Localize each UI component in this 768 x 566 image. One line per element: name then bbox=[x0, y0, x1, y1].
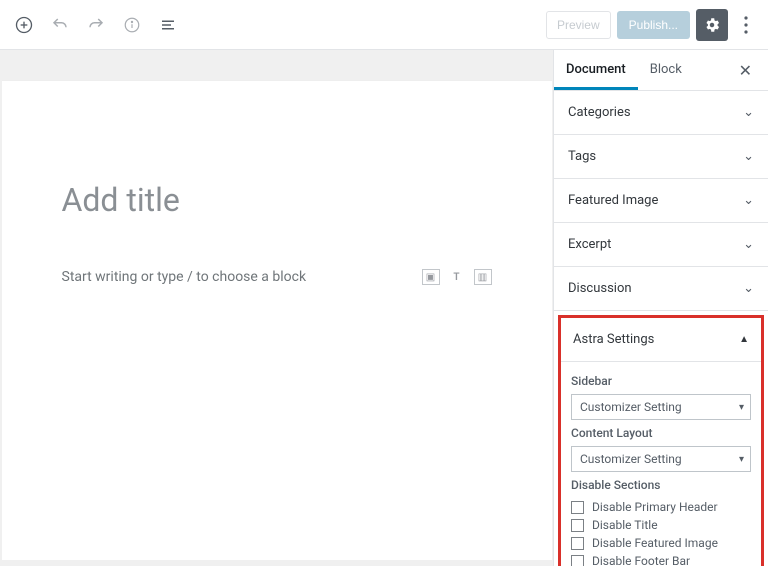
tab-block[interactable]: Block bbox=[638, 50, 694, 90]
check-disable-featured-image[interactable]: Disable Featured Image bbox=[571, 534, 751, 552]
panel-discussion[interactable]: Discussion ⌄ bbox=[554, 267, 768, 311]
checkbox-label: Disable Primary Header bbox=[592, 500, 718, 514]
block-nav-button[interactable] bbox=[154, 11, 182, 39]
preview-button[interactable]: Preview bbox=[546, 11, 611, 39]
checkbox-label: Disable Featured Image bbox=[592, 536, 718, 550]
chevron-down-icon: ⌄ bbox=[743, 149, 754, 164]
panel-label: Categories bbox=[568, 105, 631, 120]
top-left-tools bbox=[10, 11, 182, 39]
chevron-down-icon: ⌄ bbox=[743, 105, 754, 120]
top-right-tools: Preview Publish... bbox=[546, 9, 758, 41]
sidebar-field-label: Sidebar bbox=[571, 374, 751, 388]
sidebar-tabs: Document Block ✕ bbox=[554, 50, 768, 91]
panel-excerpt[interactable]: Excerpt ⌄ bbox=[554, 223, 768, 267]
panel-label: Excerpt bbox=[568, 237, 611, 252]
settings-gear-button[interactable] bbox=[696, 9, 728, 41]
astra-settings-body: Sidebar Customizer Setting Content Layou… bbox=[561, 362, 761, 566]
checkbox-icon bbox=[571, 519, 584, 532]
chevron-down-icon: ⌄ bbox=[743, 193, 754, 208]
image-block-icon[interactable]: ▣ bbox=[422, 269, 440, 285]
checkbox-label: Disable Footer Bar bbox=[592, 554, 690, 566]
chevron-up-icon: ▲ bbox=[739, 334, 749, 345]
content-layout-field-label: Content Layout bbox=[571, 426, 751, 440]
block-prompt-row[interactable]: Start writing or type / to choose a bloc… bbox=[62, 269, 492, 285]
panel-astra-settings[interactable]: Astra Settings ▲ bbox=[561, 318, 761, 362]
panel-tags[interactable]: Tags ⌄ bbox=[554, 135, 768, 179]
editor-body: Add title Start writing or type / to cho… bbox=[0, 50, 768, 566]
text-block-icon[interactable]: T bbox=[448, 269, 466, 285]
checkbox-icon bbox=[571, 555, 584, 566]
publish-button[interactable]: Publish... bbox=[617, 11, 690, 39]
tab-document[interactable]: Document bbox=[554, 50, 638, 90]
block-prompt-text: Start writing or type / to choose a bloc… bbox=[62, 269, 307, 285]
block-type-icons: ▣ T ▥ bbox=[422, 269, 492, 285]
panel-label: Astra Settings bbox=[573, 332, 654, 347]
sidebar-select[interactable]: Customizer Setting bbox=[571, 394, 751, 420]
select-value: Customizer Setting bbox=[580, 452, 682, 466]
disable-sections-label: Disable Sections bbox=[571, 478, 751, 492]
checkbox-icon bbox=[571, 537, 584, 550]
editor-canvas: Add title Start writing or type / to cho… bbox=[2, 80, 552, 560]
panel-featured-image[interactable]: Featured Image ⌄ bbox=[554, 179, 768, 223]
more-menu-button[interactable] bbox=[734, 9, 758, 41]
check-disable-title[interactable]: Disable Title bbox=[571, 516, 751, 534]
content-layout-select[interactable]: Customizer Setting bbox=[571, 446, 751, 472]
check-disable-footer-bar[interactable]: Disable Footer Bar bbox=[571, 552, 751, 566]
settings-sidebar: Document Block ✕ Categories ⌄ Tags ⌄ Fea… bbox=[553, 50, 768, 566]
close-sidebar-button[interactable]: ✕ bbox=[731, 53, 760, 88]
add-block-button[interactable] bbox=[10, 11, 38, 39]
undo-button[interactable] bbox=[46, 11, 74, 39]
panel-label: Tags bbox=[568, 149, 596, 164]
post-title-input[interactable]: Add title bbox=[62, 181, 492, 219]
checkbox-label: Disable Title bbox=[592, 518, 658, 532]
astra-settings-highlight: Astra Settings ▲ Sidebar Customizer Sett… bbox=[558, 315, 764, 566]
panel-label: Discussion bbox=[568, 281, 632, 296]
editor-column: Add title Start writing or type / to cho… bbox=[0, 50, 553, 566]
check-disable-primary-header[interactable]: Disable Primary Header bbox=[571, 498, 751, 516]
chevron-down-icon: ⌄ bbox=[743, 281, 754, 296]
panel-label: Featured Image bbox=[568, 193, 658, 208]
gallery-block-icon[interactable]: ▥ bbox=[474, 269, 492, 285]
chevron-down-icon: ⌄ bbox=[743, 237, 754, 252]
info-button[interactable] bbox=[118, 11, 146, 39]
panel-categories[interactable]: Categories ⌄ bbox=[554, 91, 768, 135]
editor-top-bar: Preview Publish... bbox=[0, 0, 768, 50]
redo-button[interactable] bbox=[82, 11, 110, 39]
checkbox-icon bbox=[571, 501, 584, 514]
select-value: Customizer Setting bbox=[580, 400, 682, 414]
